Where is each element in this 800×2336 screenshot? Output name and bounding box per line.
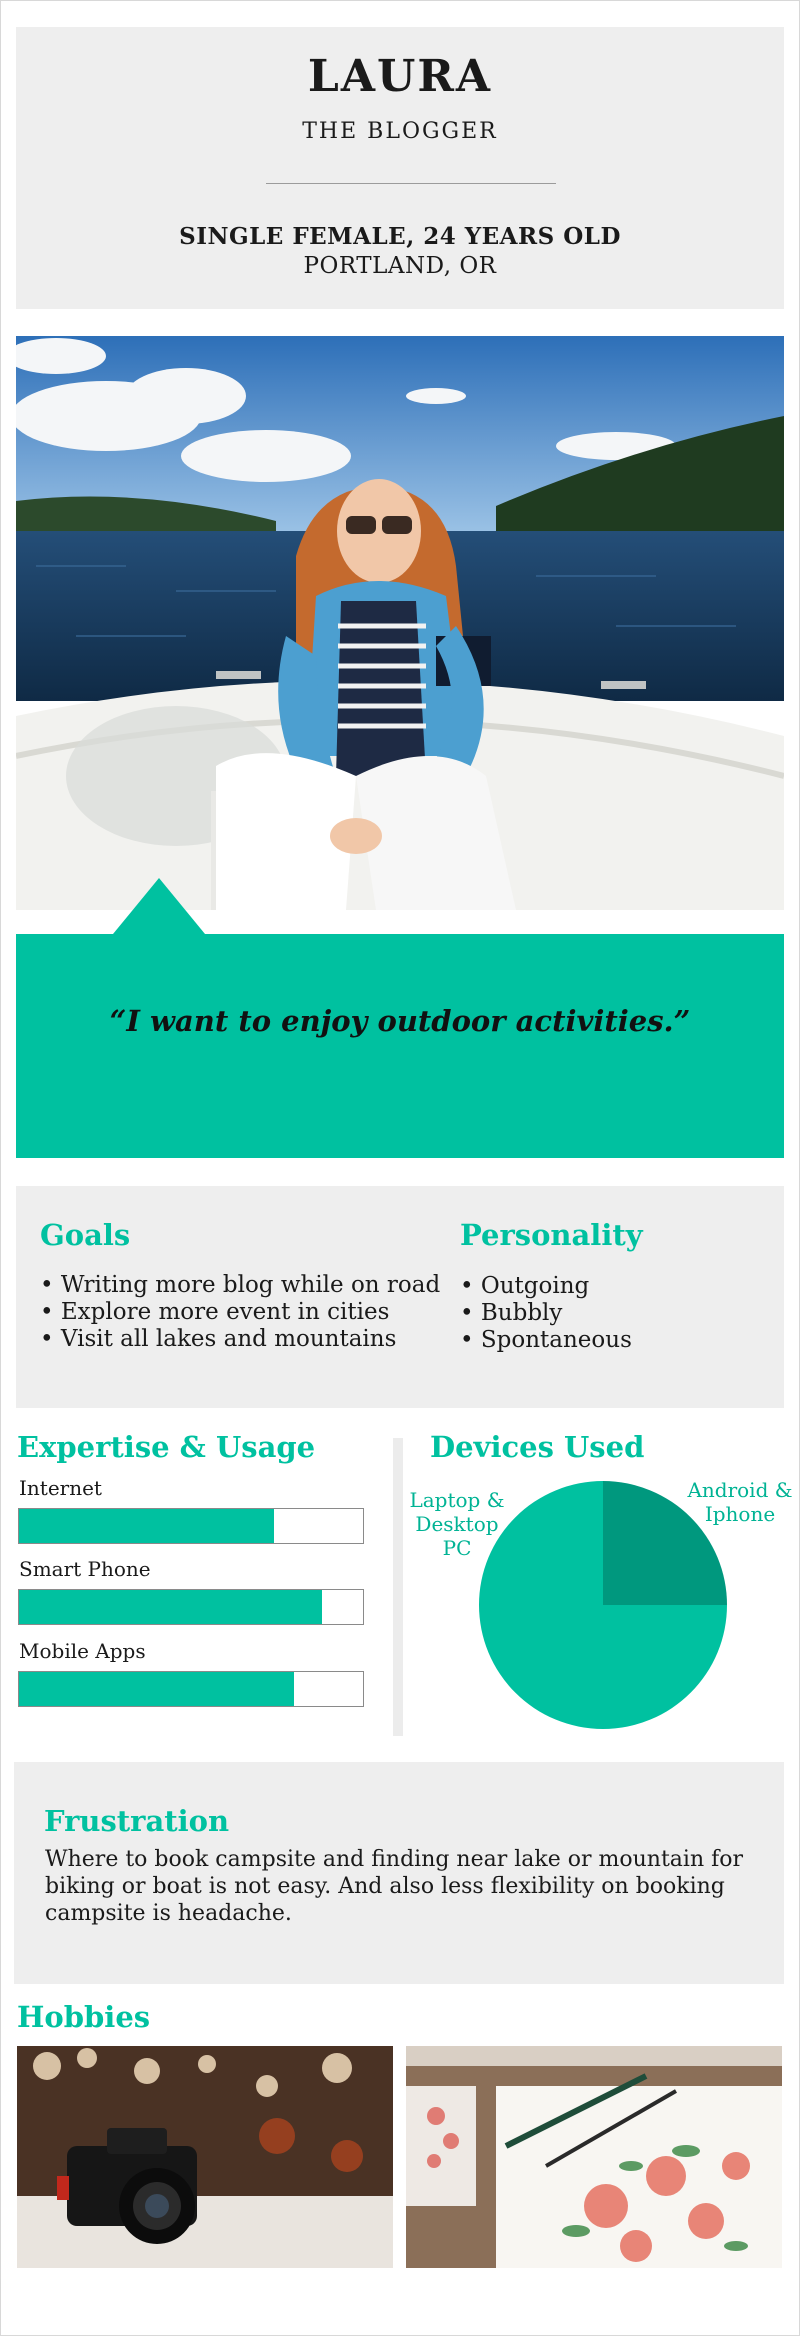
skill-label-smart-phone: Smart Phone — [19, 1557, 151, 1581]
persona-location: PORTLAND, OR — [303, 253, 497, 279]
personality-title: Personality — [460, 1218, 643, 1252]
devices-pie-chart — [479, 1481, 727, 1729]
hobby-camera-image — [17, 2046, 393, 2268]
personality-item: Bubbly — [460, 1300, 632, 1327]
skill-bar-fill — [19, 1509, 274, 1543]
skill-bar-fill — [19, 1590, 322, 1624]
pie-slice-android — [603, 1481, 727, 1605]
skill-bar-smart-phone — [18, 1589, 364, 1625]
personality-item: Outgoing — [460, 1273, 632, 1300]
quote-pointer — [113, 878, 205, 934]
persona-quote: “I want to enjoy outdoor activities.” — [109, 1004, 691, 1038]
frustration-title: Frustration — [44, 1804, 230, 1838]
skill-bar-fill — [19, 1672, 295, 1706]
frustration-text: Where to book campsite and finding near … — [45, 1847, 744, 1926]
goal-item: Writing more blog while on road — [40, 1272, 440, 1299]
goals-title: Goals — [40, 1218, 131, 1252]
personality-item: Spontaneous — [460, 1327, 632, 1354]
persona-photo — [16, 336, 784, 910]
persona-header: LAURA THE BLOGGER SINGLE FEMALE, 24 YEAR… — [16, 27, 784, 309]
skill-label-internet: Internet — [19, 1476, 102, 1500]
hobbies-title: Hobbies — [17, 2000, 151, 2034]
quote-banner: “I want to enjoy outdoor activities.” — [16, 934, 784, 1158]
goals-personality-panel: Goals Writing more blog while on road Ex… — [16, 1186, 784, 1408]
section-divider — [393, 1438, 403, 1736]
hobby-painting-image — [406, 2046, 782, 2268]
goals-list: Writing more blog while on road Explore … — [40, 1272, 440, 1353]
personality-list: Outgoing Bubbly Spontaneous — [460, 1273, 632, 1354]
expertise-title: Expertise & Usage — [17, 1430, 316, 1464]
goal-item: Explore more event in cities — [40, 1299, 440, 1326]
persona-name: LAURA — [307, 51, 493, 102]
persona-role: THE BLOGGER — [302, 119, 498, 144]
header-divider — [266, 183, 556, 184]
skill-bar-internet — [18, 1508, 364, 1544]
devices-title: Devices Used — [430, 1430, 645, 1464]
persona-demographic: SINGLE FEMALE, 24 YEARS OLD — [179, 223, 621, 250]
skill-label-mobile-apps: Mobile Apps — [19, 1639, 146, 1663]
frustration-panel: Frustration Where to book campsite and f… — [14, 1762, 784, 1984]
goal-item: Visit all lakes and mountains — [40, 1326, 440, 1353]
skill-bar-mobile-apps — [18, 1671, 364, 1707]
